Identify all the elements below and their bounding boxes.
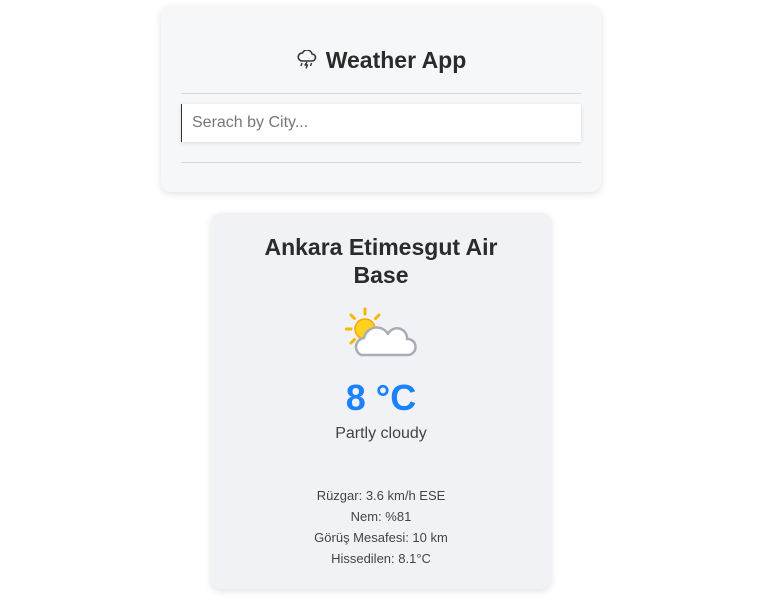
weather-condition: Partly cloudy bbox=[335, 425, 427, 442]
temperature: 8 °C bbox=[345, 377, 417, 418]
search-panel: Weather App bbox=[161, 6, 601, 192]
divider bbox=[181, 162, 581, 163]
app-title-text: Weather App bbox=[325, 47, 467, 73]
feels-like-info: Hissedilen: 8.1°C bbox=[331, 551, 431, 566]
wind-info: Rüzgar: 3.6 km/h ESE bbox=[316, 488, 446, 503]
partly-cloudy-icon bbox=[344, 307, 417, 363]
city-name: Ankara Etimesgut Air Base bbox=[264, 234, 498, 288]
weather-details: Rüzgar: 3.6 km/h ESE Nem: %81 Görüş Mesa… bbox=[211, 485, 551, 569]
humidity-info: Nem: %81 bbox=[350, 509, 412, 524]
divider bbox=[181, 93, 581, 94]
weather-card: Ankara Etimesgut Air Base 8 °C Partly cl… bbox=[211, 213, 551, 589]
visibility-info: Görüş Mesafesi: 10 km bbox=[314, 530, 448, 545]
cloud-rain-lightning-icon bbox=[296, 48, 318, 76]
app-title: Weather App bbox=[161, 46, 601, 76]
city-search-input[interactable] bbox=[181, 104, 581, 142]
